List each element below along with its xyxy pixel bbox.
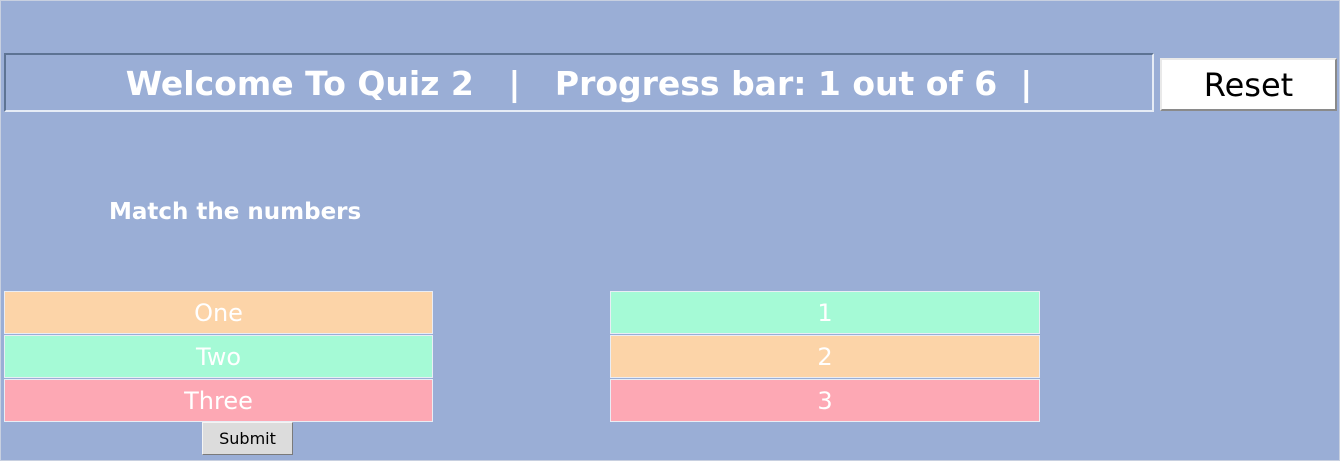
reset-button[interactable]: Reset — [1160, 58, 1337, 111]
left-item-label: Two — [196, 342, 241, 371]
quiz-window: Welcome To Quiz 2 | Progress bar: 1 out … — [0, 0, 1340, 461]
right-item-2[interactable]: 2 — [610, 335, 1040, 378]
header-title: Welcome To Quiz 2 | Progress bar: 1 out … — [125, 64, 1033, 103]
left-item-one[interactable]: One — [4, 291, 433, 334]
right-item-label: 1 — [817, 298, 833, 327]
left-item-two[interactable]: Two — [4, 335, 433, 378]
quiz-header: Welcome To Quiz 2 | Progress bar: 1 out … — [4, 53, 1154, 112]
right-item-label: 3 — [817, 386, 833, 415]
left-item-label: Three — [184, 386, 253, 415]
right-item-3[interactable]: 3 — [610, 379, 1040, 422]
question-prompt: Match the numbers — [109, 199, 362, 225]
right-item-label: 2 — [817, 342, 833, 371]
left-item-label: One — [194, 298, 243, 327]
right-item-1[interactable]: 1 — [610, 291, 1040, 334]
left-item-three[interactable]: Three — [4, 379, 433, 422]
submit-button[interactable]: Submit — [202, 422, 293, 455]
